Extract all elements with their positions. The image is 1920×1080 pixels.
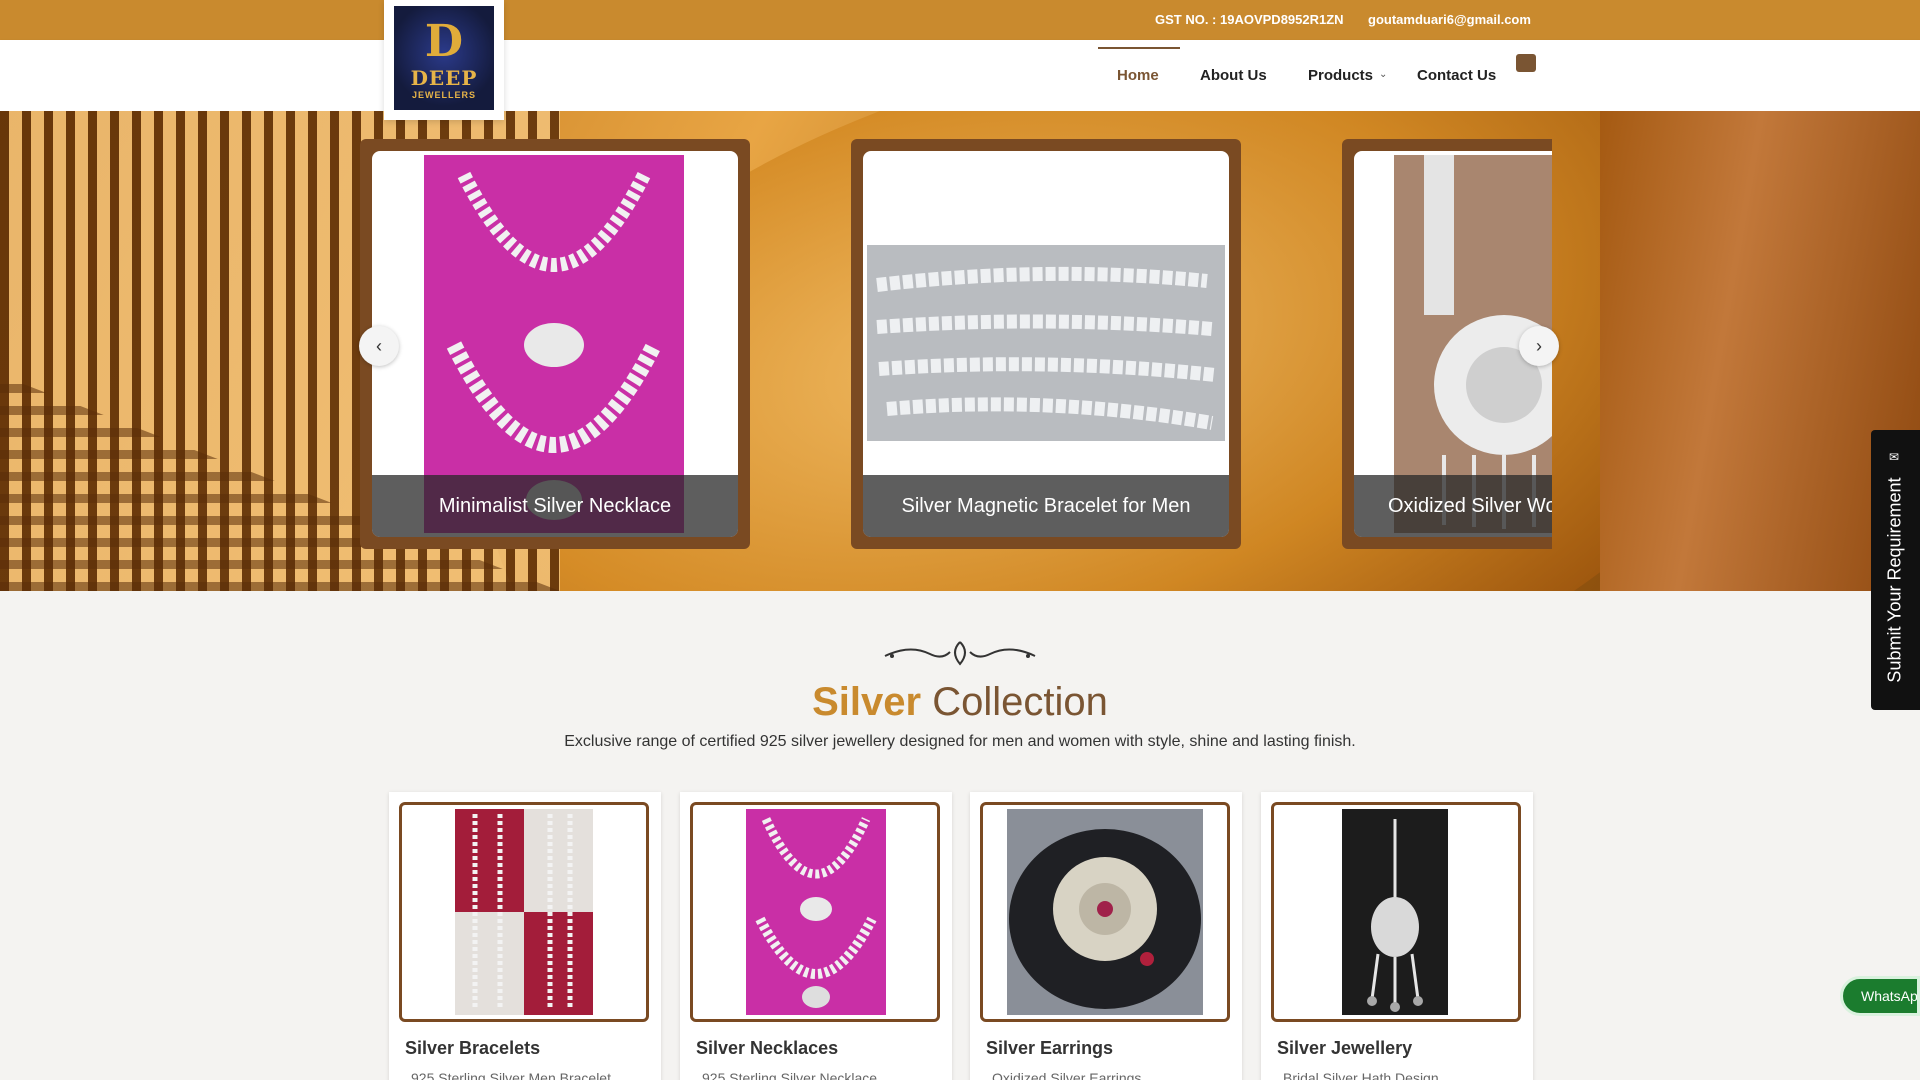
category-card[interactable]: Silver Earrings Oxidized Silver Earrings: [970, 792, 1242, 1080]
card-desc: Oxidized Silver Earrings: [992, 1070, 1142, 1080]
top-bar: GST NO. : 19AOVPD8952R1ZN goutamduari6@g…: [0, 0, 1920, 40]
menu-icon[interactable]: [1516, 54, 1536, 72]
bracelet-image: [867, 245, 1225, 441]
slide-caption: Oxidized Silver Women Waist Chain: [1354, 475, 1552, 537]
slide[interactable]: Minimalist Silver Necklace: [360, 139, 766, 559]
site-logo[interactable]: D DEEP JEWELLERS: [384, 0, 504, 120]
card-desc: 925 Sterling Silver Necklace: [702, 1070, 878, 1080]
section-subtitle: Exclusive range of certified 925 silver …: [564, 733, 1356, 750]
email-link[interactable]: goutamduari6@gmail.com: [1368, 12, 1531, 27]
card-title: Silver Necklaces: [696, 1038, 839, 1058]
necklaces-image: [746, 809, 886, 1015]
submit-requirement-tab[interactable]: ✉ Submit Your Requirement: [1871, 430, 1920, 710]
whatsapp-button[interactable]: WhatsApp: [1840, 976, 1920, 1016]
card-title: Silver Jewellery: [1277, 1038, 1413, 1058]
card-desc: Bridal Silver Hath Design: [1283, 1070, 1439, 1080]
hero-banner: Minimalist Silver Necklace Silver Magnet…: [0, 111, 1920, 591]
bracelets-image: [455, 809, 593, 1015]
logo-emblem: D DEEP JEWELLERS: [394, 6, 494, 110]
card-image-frame: [980, 802, 1230, 1022]
section-title: Silver Collection: [0, 680, 1920, 725]
chevron-right-icon: ›: [1536, 336, 1542, 356]
card-title: Silver Earrings: [986, 1038, 1114, 1058]
card-title: Silver Bracelets: [405, 1038, 541, 1058]
envelope-icon: ✉: [1889, 450, 1900, 464]
card-image-frame: [399, 802, 649, 1022]
chevron-down-icon[interactable]: ⌄: [1379, 69, 1387, 80]
slider-prev-button[interactable]: ‹: [359, 326, 399, 366]
earrings-image: [1007, 809, 1203, 1015]
category-card[interactable]: Silver Necklaces 925 Sterling Silver Nec…: [680, 792, 952, 1080]
card-image-frame: [690, 802, 940, 1022]
submit-requirement-label: Submit Your Requirement: [1884, 477, 1905, 683]
nav-about-us[interactable]: About Us: [1200, 67, 1267, 84]
gst-number: GST NO. : 19AOVPD8952R1ZN: [1155, 12, 1344, 27]
slide[interactable]: Silver Magnetic Bracelet for Men: [851, 139, 1257, 559]
card-desc: 925 Sterling Silver Men Bracelet: [411, 1070, 611, 1080]
section-title-accent: Silver: [812, 680, 922, 724]
active-indicator: [1098, 47, 1180, 49]
nav-products[interactable]: Products: [1308, 67, 1373, 84]
section-title-rest: Collection: [921, 680, 1108, 724]
logo-letter: D: [424, 16, 464, 67]
slide-card: Silver Magnetic Bracelet for Men: [863, 151, 1229, 537]
category-card[interactable]: Silver Bracelets 925 Sterling Silver Men…: [389, 792, 661, 1080]
nav-home[interactable]: Home: [1117, 67, 1159, 84]
main-navbar: Home About Us Products ⌄ Contact Us: [0, 40, 1920, 111]
category-card[interactable]: Silver Jewellery Bridal Silver Hath Desi…: [1261, 792, 1533, 1080]
chevron-left-icon: ‹: [376, 336, 382, 356]
slider-next-button[interactable]: ›: [1519, 326, 1559, 366]
nav-contact-us[interactable]: Contact Us: [1417, 67, 1496, 84]
product-slider: Minimalist Silver Necklace Silver Magnet…: [360, 139, 1560, 569]
slide-caption: Silver Magnetic Bracelet for Men: [863, 475, 1229, 537]
jewellery-image: [1342, 809, 1448, 1015]
slide-caption: Minimalist Silver Necklace: [372, 475, 738, 537]
card-image-frame: [1271, 802, 1521, 1022]
slide-card: Minimalist Silver Necklace: [372, 151, 738, 537]
logo-subname: JEWELLERS: [411, 90, 476, 100]
logo-name: DEEP: [410, 66, 478, 90]
ornament-divider: [884, 641, 1036, 666]
